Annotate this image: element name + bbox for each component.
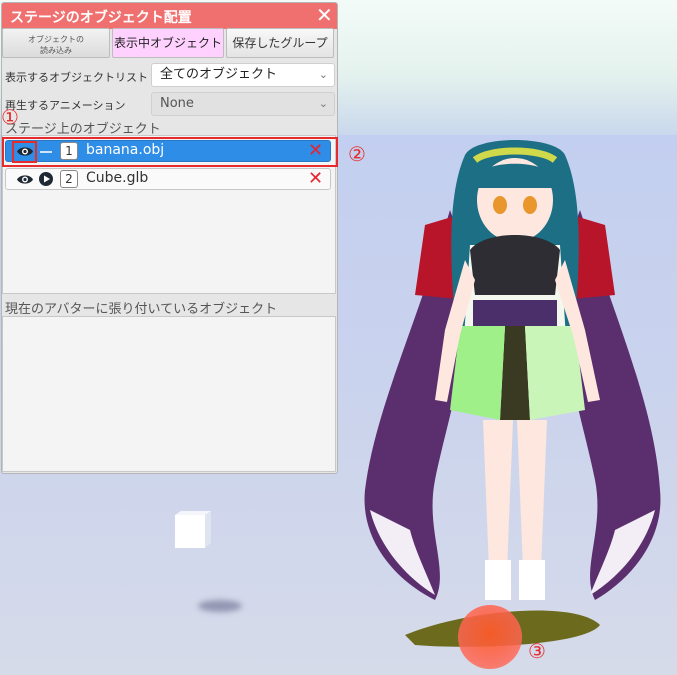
animation-label: 再生するアニメーション	[5, 99, 126, 112]
animation-value: None	[160, 96, 194, 111]
tab-load-line2: 読み込み	[40, 46, 72, 55]
play-icon[interactable]	[39, 172, 53, 186]
annotation-number-2: ②	[348, 142, 366, 166]
tab-load-objects[interactable]: オブジェクトの 読み込み	[2, 28, 110, 58]
avatar-objects-heading: 現在のアバターに張り付いているオブジェクト	[5, 302, 278, 317]
avatar-objects-list	[2, 316, 336, 472]
object-list-select[interactable]: 全てのオブジェクト ⌄	[151, 63, 335, 87]
animation-select[interactable]: None ⌄	[151, 92, 335, 116]
tab-saved-groups[interactable]: 保存したグループ	[226, 28, 334, 58]
tab-shown-objects[interactable]: 表示中オブジェクト	[112, 28, 224, 58]
list-item-cube[interactable]: 2 Cube.glb ✕	[5, 168, 331, 190]
object-index: 2	[60, 170, 78, 188]
close-icon[interactable]: ✕	[316, 4, 333, 26]
chevron-down-icon: ⌄	[318, 97, 328, 110]
position-marker[interactable]	[458, 605, 522, 669]
annotation-box-eye	[12, 141, 37, 163]
object-name: Cube.glb	[86, 170, 149, 186]
chevron-down-icon: ⌄	[318, 68, 328, 81]
tab-load-line1: オブジェクトの	[28, 35, 84, 44]
panel-titlebar: ステージのオブジェクト配置 ✕	[2, 3, 337, 29]
cube-shadow	[198, 600, 242, 612]
annotation-number-3: ③	[528, 639, 546, 663]
object-list-label: 表示するオブジェクトリスト	[5, 71, 148, 84]
annotation-box-row	[2, 137, 338, 167]
avatar-character[interactable]	[355, 130, 670, 675]
annotation-number-1: ①	[1, 105, 19, 129]
object-list-value: 全てのオブジェクト	[160, 67, 278, 82]
panel-title: ステージのオブジェクト配置	[10, 10, 192, 26]
close-icon[interactable]: ✕	[308, 168, 323, 189]
eye-icon[interactable]	[16, 173, 34, 186]
cube-object[interactable]	[175, 511, 211, 548]
